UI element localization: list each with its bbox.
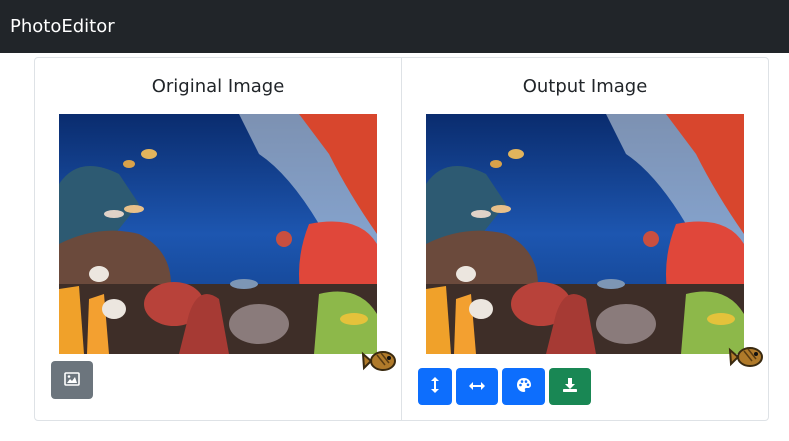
fish-cursor-icon [728, 337, 768, 377]
color-filter-button[interactable] [502, 368, 545, 405]
original-image [59, 114, 377, 354]
output-image [426, 114, 744, 354]
arrows-vertical-icon [430, 376, 440, 397]
flip-vertical-button[interactable] [418, 368, 452, 405]
original-image-title: Original Image [151, 76, 285, 97]
arrows-horizontal-icon [468, 379, 486, 394]
column-divider [401, 58, 402, 420]
download-icon [562, 377, 578, 396]
palette-icon [516, 377, 532, 396]
navbar: PhotoEditor [0, 0, 789, 53]
upload-image-button[interactable] [51, 361, 93, 399]
download-button[interactable] [549, 368, 591, 405]
output-image-title: Output Image [522, 76, 648, 97]
flip-horizontal-button[interactable] [456, 368, 498, 405]
image-icon [64, 371, 80, 389]
navbar-brand[interactable]: PhotoEditor [10, 16, 115, 37]
editor-card: Original Image Output Image [34, 57, 769, 421]
fish-cursor-icon [361, 341, 401, 381]
